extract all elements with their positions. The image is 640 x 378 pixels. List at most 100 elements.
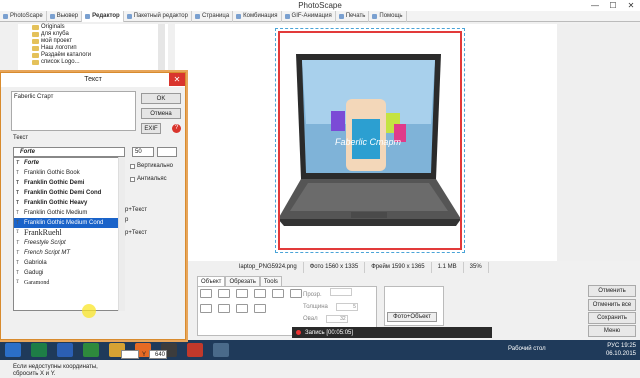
tree-item[interactable]: мой проект xyxy=(18,38,168,45)
font-option[interactable]: French Script MT xyxy=(14,248,124,258)
tab-crop[interactable]: Обрезать xyxy=(225,276,260,286)
tab-combine[interactable]: Комбинация xyxy=(233,11,282,22)
checkbox[interactable] xyxy=(130,163,135,169)
tab-tools[interactable]: Tools xyxy=(259,276,282,286)
line-tool-icon[interactable] xyxy=(217,289,230,298)
font-option[interactable]: Franklin Gothic Book xyxy=(14,168,124,178)
text2-option[interactable]: р+Текст xyxy=(125,230,147,236)
oval-field[interactable]: 32 xyxy=(325,315,348,323)
record-icon xyxy=(296,330,301,335)
status-photo-size: Фото 1560 x 1335 xyxy=(304,262,366,273)
transparency-field[interactable] xyxy=(329,288,352,296)
text-input[interactable]: Faberlic Старт xyxy=(11,91,136,131)
font-list-scrollbar[interactable] xyxy=(118,157,125,311)
vertical-option[interactable]: Вертикально xyxy=(130,163,173,169)
tree-scrollbar[interactable] xyxy=(158,24,165,76)
circle-tool-icon[interactable] xyxy=(253,289,266,298)
text-tool-icon[interactable] xyxy=(271,289,284,298)
text-rect-option[interactable]: р+Текст xyxy=(125,207,147,213)
font-option[interactable]: FrankRuehl xyxy=(14,228,124,238)
image-tool-icon[interactable] xyxy=(200,304,212,313)
folder-icon xyxy=(32,25,39,30)
combine-icon xyxy=(236,14,242,19)
font-option[interactable]: Forte xyxy=(14,158,124,168)
dialog-close-icon[interactable]: ✕ xyxy=(169,73,185,86)
font-option[interactable]: Garamond xyxy=(14,278,124,288)
font-option[interactable]: Gadugi xyxy=(14,268,124,278)
help-icon[interactable]: ? xyxy=(172,124,181,133)
font-option-selected[interactable]: Franklin Gothic Medium Cond xyxy=(14,218,124,228)
tree-item-label: список Logo... xyxy=(41,59,80,65)
checkbox[interactable] xyxy=(130,176,135,182)
batch-icon xyxy=(126,14,132,19)
symbol-tool-icon[interactable] xyxy=(217,304,230,313)
desktop-label[interactable]: Рабочий стол xyxy=(508,346,546,352)
photo-frame[interactable]: Faberlic Старт xyxy=(275,28,465,253)
excel-icon[interactable] xyxy=(31,343,47,357)
text-dialog: Текст ✕ Faberlic Старт OK Отмена EXIF ? … xyxy=(0,72,186,377)
object-properties: Прозр. Толщина 5 Овал 32 xyxy=(303,288,381,325)
tab-editor[interactable]: Редактор xyxy=(82,11,124,22)
tab-label: GIF-Анимация xyxy=(291,13,332,19)
font-dropdown-list[interactable]: Forte Franklin Gothic Book Franklin Goth… xyxy=(13,157,125,311)
save-button[interactable]: Сохранить xyxy=(588,312,636,324)
ok-button[interactable]: OK xyxy=(141,93,181,104)
close-button[interactable]: ✕ xyxy=(622,0,640,11)
store-icon[interactable] xyxy=(83,343,99,357)
font-select[interactable]: Forte xyxy=(13,147,125,157)
font-option[interactable]: Freestyle Script xyxy=(14,238,124,248)
font-option[interactable]: Franklin Gothic Heavy xyxy=(14,198,124,208)
tree-item[interactable]: Originals xyxy=(18,24,168,31)
tree-item-label: Наш логотип xyxy=(41,45,77,51)
tree-item[interactable]: Раздаём каталоги xyxy=(18,52,168,59)
tab-viewer[interactable]: Вьювер xyxy=(47,11,83,22)
tab-photoscape[interactable]: PhotoScape xyxy=(0,11,47,22)
pointer-tool-icon[interactable] xyxy=(200,289,212,298)
tab-print[interactable]: Печать xyxy=(336,11,370,22)
photo-object-button[interactable]: Фото+Объект xyxy=(387,312,437,322)
y-field[interactable]: 640 xyxy=(149,350,168,359)
box-tool-icon[interactable] xyxy=(235,289,248,298)
font-option[interactable]: Franklin Gothic Demi xyxy=(14,178,124,188)
undo-button[interactable]: Отменить xyxy=(588,285,636,297)
tab-object[interactable]: Объект xyxy=(197,276,226,286)
exif-button[interactable]: EXIF xyxy=(141,123,161,134)
color-tool-icon[interactable] xyxy=(253,304,266,313)
x-field[interactable] xyxy=(121,350,139,359)
color-swatch[interactable] xyxy=(157,147,177,157)
font-option[interactable]: Franklin Gothic Demi Cond xyxy=(14,188,124,198)
language-indicator[interactable]: РУС xyxy=(607,343,619,349)
status-zoom: 35% xyxy=(464,262,489,273)
app-title: PhotoScape xyxy=(298,1,342,10)
photoscape-taskbar-icon[interactable] xyxy=(213,343,229,357)
minimize-button[interactable]: — xyxy=(586,0,604,11)
menu-button[interactable]: Меню xyxy=(588,325,636,337)
font-size-select[interactable]: 50 xyxy=(132,147,154,157)
tree-item[interactable]: Наш логотип xyxy=(18,45,168,52)
tab-batch-editor[interactable]: Пакетный редактор xyxy=(124,11,192,22)
recorder-icon[interactable] xyxy=(187,343,203,357)
tab-page[interactable]: Страница xyxy=(192,11,234,22)
word-icon[interactable] xyxy=(57,343,73,357)
tree-item[interactable]: список Logo... xyxy=(18,59,168,66)
undo-all-button[interactable]: Отменить все xyxy=(588,299,636,311)
cancel-button[interactable]: Отмена xyxy=(141,108,181,119)
tab-help[interactable]: Помощь xyxy=(369,11,407,22)
maximize-button[interactable]: ☐ xyxy=(604,0,622,11)
tree-item[interactable]: для клуба xyxy=(18,31,168,38)
cursor-highlight xyxy=(82,304,96,318)
tab-gif[interactable]: GIF-Анимация xyxy=(282,11,336,22)
start-icon[interactable] xyxy=(5,343,21,357)
font-option[interactable]: Franklin Gothic Medium xyxy=(14,208,124,218)
folder-tree[interactable]: Originals для клуба мой проект Наш логот… xyxy=(18,24,168,76)
antialias-option[interactable]: Антиальяс xyxy=(130,176,167,182)
system-tray: РУС 19:25 06.10.2015 xyxy=(606,342,636,358)
balloon-tool-icon[interactable] xyxy=(289,289,302,298)
figure-tool-icon[interactable] xyxy=(235,304,248,313)
coordinates-row: Y 640 xyxy=(121,350,168,359)
tab-label: Редактор xyxy=(92,13,120,19)
option-label: Антиальяс xyxy=(137,176,167,182)
p-option[interactable]: р xyxy=(125,217,128,223)
thickness-field[interactable]: 5 xyxy=(335,303,358,311)
font-option[interactable]: Gabriola xyxy=(14,258,124,268)
